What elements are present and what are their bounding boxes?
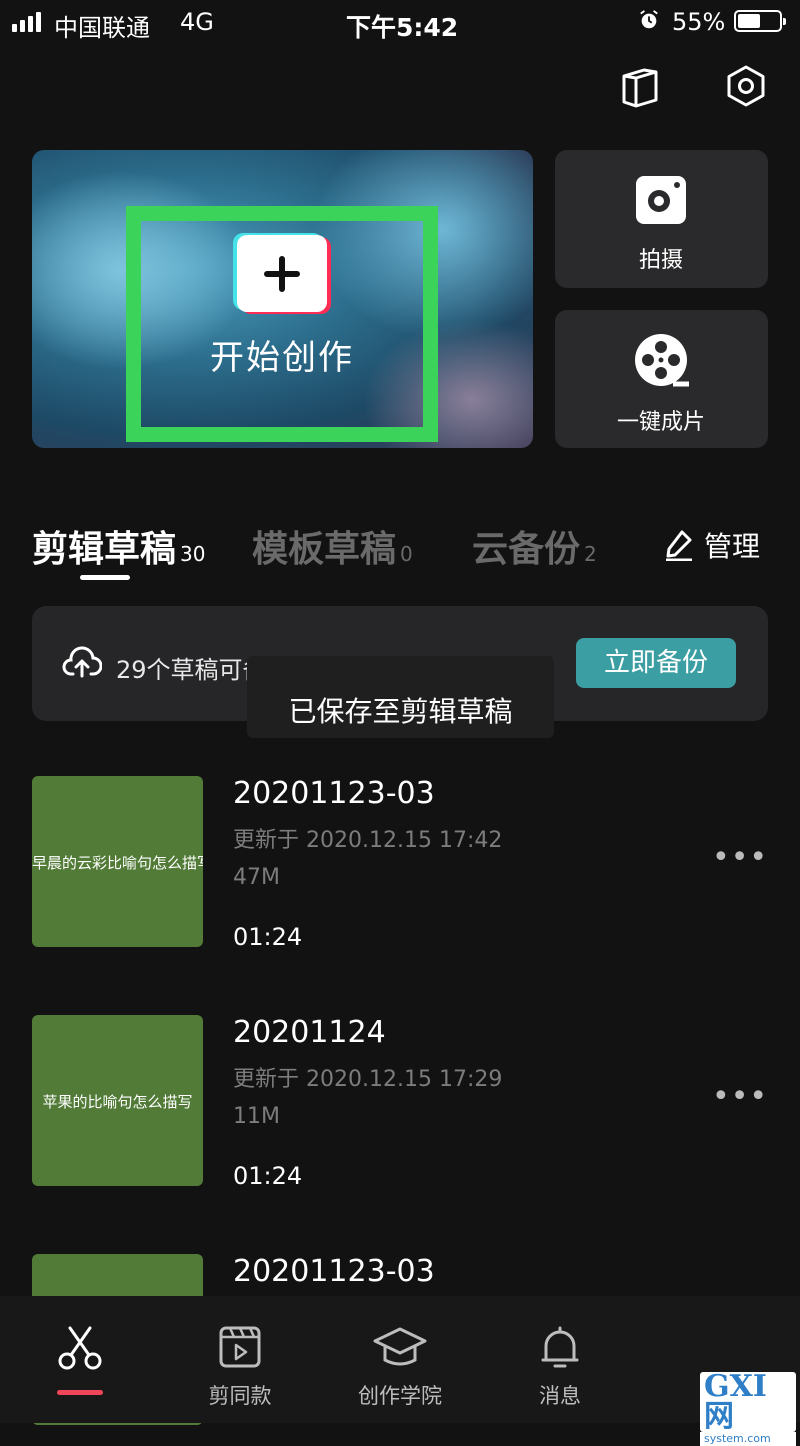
tab-template-drafts[interactable]: 模板草稿 0 (252, 520, 413, 572)
watermark-domain: system.com (700, 1432, 796, 1446)
draft-size: 11M (233, 1104, 280, 1129)
carrier-label: 中国联通 (54, 14, 150, 42)
graduation-cap-icon (373, 1327, 427, 1366)
tab-cloud-backup[interactable]: 云备份 2 (472, 520, 597, 572)
shoot-card[interactable]: 拍摄 (555, 150, 768, 288)
thumbnail-caption: 苹果的比喻句怎么描写 (42, 1093, 193, 1111)
draft-title: 20201123-03 (233, 776, 435, 811)
manage-label: 管理 (704, 530, 761, 563)
tab-label: 云备份 (472, 529, 581, 570)
active-nav-indicator (57, 1390, 103, 1395)
book-icon[interactable] (618, 64, 662, 108)
battery-icon (734, 10, 786, 32)
signal-icon (12, 10, 41, 32)
nav-item-template[interactable]: 剪同款 (180, 1322, 300, 1412)
more-options-icon[interactable]: ••• (712, 840, 768, 875)
status-time: 下午5:42 (346, 13, 459, 42)
active-tab-indicator (80, 575, 130, 580)
status-bar: 中国联通 4G 下午5:42 55% (0, 0, 800, 46)
one-click-video-label: 一键成片 (616, 410, 705, 435)
tab-edit-drafts[interactable]: 剪辑草稿 30 (32, 520, 205, 572)
tab-label: 模板草稿 (252, 529, 397, 570)
draft-updated-time: 更新于 2020.12.15 17:29 (233, 1067, 503, 1092)
network-type: 4G (180, 8, 214, 36)
one-click-video-card[interactable]: 一键成片 (555, 310, 768, 448)
tab-label: 剪辑草稿 (32, 529, 177, 570)
tab-count: 2 (584, 542, 597, 566)
site-watermark: GXI网 system.com (700, 1372, 796, 1446)
draft-title: 20201123-03 (233, 1254, 435, 1289)
draft-duration: 01:24 (233, 1162, 303, 1190)
watermark-brand: GXI网 (700, 1372, 796, 1432)
bell-icon (541, 1326, 579, 1368)
draft-size: 47M (233, 865, 280, 890)
scissors-icon[interactable] (56, 1325, 104, 1371)
clapperboard-icon (219, 1326, 261, 1368)
thumbnail-caption: 早晨的云彩比喻句怎么描写呢? (32, 854, 203, 872)
tab-count: 0 (400, 542, 413, 566)
cloud-upload-icon (62, 646, 102, 678)
draft-thumbnail[interactable]: 苹果的比喻句怎么描写 (32, 1015, 203, 1186)
plus-icon[interactable] (237, 235, 327, 312)
tab-count: 30 (180, 542, 206, 566)
backup-now-button[interactable]: 立即备份 (576, 638, 736, 688)
draft-duration: 01:24 (233, 923, 303, 951)
settings-hexagon-icon[interactable] (724, 64, 768, 108)
manage-button[interactable]: 管理 (664, 525, 760, 565)
nav-item-messages[interactable]: 消息 (500, 1322, 620, 1412)
toast-message: 已保存至剪辑草稿 (247, 656, 554, 738)
battery-percent: 55% (672, 8, 726, 36)
nav-item-academy[interactable]: 创作学院 (340, 1322, 460, 1412)
film-reel-icon (635, 334, 689, 387)
shoot-label: 拍摄 (638, 248, 683, 273)
more-options-icon[interactable]: ••• (712, 1079, 768, 1114)
nav-label: 消息 (539, 1384, 581, 1408)
draft-title: 20201124 (233, 1015, 386, 1050)
edit-icon (666, 530, 692, 561)
nav-label: 剪同款 (208, 1384, 272, 1408)
draft-updated-time: 更新于 2020.12.15 17:42 (233, 828, 503, 853)
draft-thumbnail[interactable]: 早晨的云彩比喻句怎么描写呢? (32, 776, 203, 947)
alarm-icon (640, 10, 658, 29)
camera-icon (636, 176, 686, 224)
nav-label: 创作学院 (358, 1384, 442, 1408)
start-creating-label: 开始创作 (210, 338, 354, 378)
